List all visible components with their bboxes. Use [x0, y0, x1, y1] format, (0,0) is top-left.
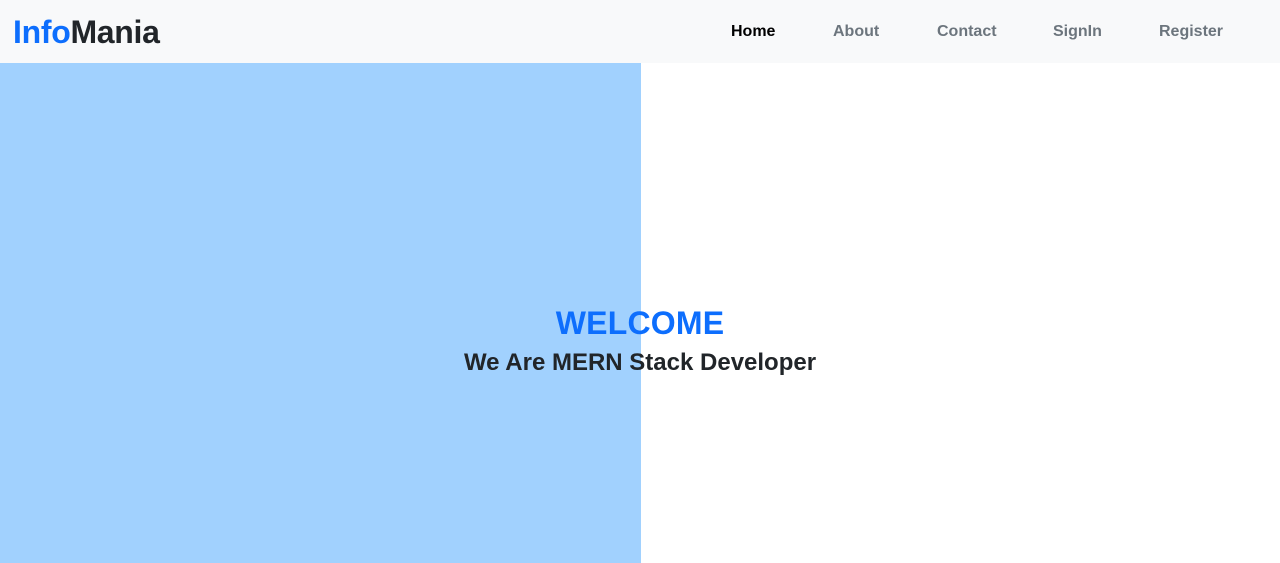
nav-link-about[interactable]: About [833, 21, 879, 43]
nav-link-register[interactable]: Register [1159, 21, 1223, 43]
nav-links: Home About Contact SignIn Register [0, 0, 1280, 63]
hero-section: WELCOME We Are MERN Stack Developer [0, 303, 1280, 379]
nav-link-home[interactable]: Home [731, 21, 775, 43]
nav-link-signin[interactable]: SignIn [1053, 21, 1102, 43]
hero-subtitle: We Are MERN Stack Developer [463, 349, 817, 376]
navbar: InfoMania Home About Contact SignIn Regi… [0, 0, 1280, 63]
hero-title: WELCOME [555, 305, 725, 341]
nav-link-contact[interactable]: Contact [937, 21, 997, 43]
